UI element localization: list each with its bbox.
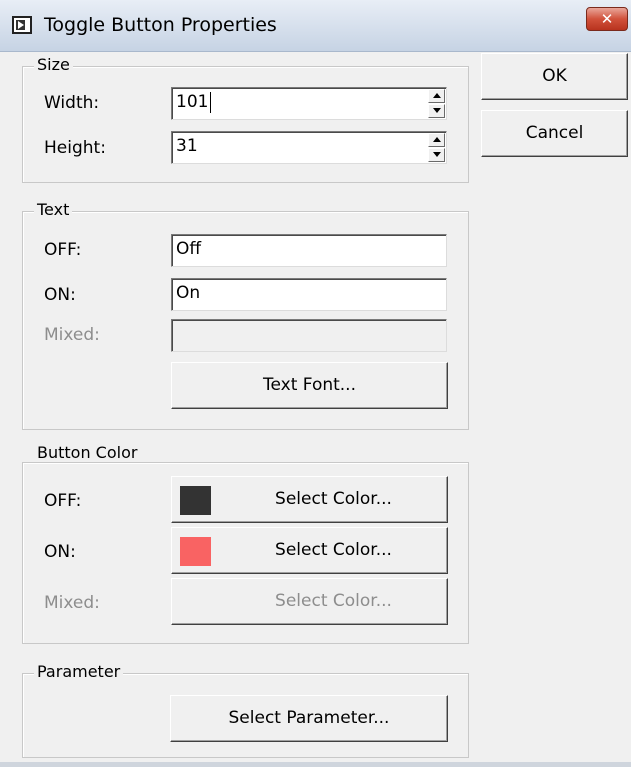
width-value: 101 bbox=[176, 92, 209, 112]
height-spin-up-button[interactable] bbox=[428, 133, 445, 147]
select-off-color-button[interactable]: Select Color... bbox=[171, 476, 448, 523]
button-color-legend: Button Color bbox=[34, 444, 141, 462]
select-parameter-label: Select Parameter... bbox=[228, 708, 390, 728]
select-on-color-button[interactable]: Select Color... bbox=[171, 527, 448, 574]
text-on-label: ON: bbox=[44, 285, 76, 305]
text-off-value: Off bbox=[176, 239, 202, 259]
size-legend: Size bbox=[34, 56, 73, 74]
text-on-input[interactable]: On bbox=[171, 278, 447, 311]
height-value: 31 bbox=[176, 136, 198, 156]
title-bar[interactable]: Toggle Button Properties ✕ bbox=[0, 0, 631, 52]
text-mixed-input bbox=[171, 319, 447, 352]
text-off-input[interactable]: Off bbox=[171, 234, 447, 267]
color-off-label: OFF: bbox=[44, 491, 82, 511]
select-off-color-label: Select Color... bbox=[275, 489, 392, 509]
off-color-swatch bbox=[180, 486, 211, 515]
close-icon: ✕ bbox=[600, 10, 614, 28]
text-caret bbox=[210, 92, 211, 113]
text-mixed-label: Mixed: bbox=[44, 325, 100, 345]
arrow-up-icon bbox=[433, 93, 441, 98]
width-spin-down-button[interactable] bbox=[428, 104, 445, 118]
close-button[interactable]: ✕ bbox=[586, 7, 628, 31]
window-icon[interactable] bbox=[12, 16, 32, 34]
parameter-legend: Parameter bbox=[34, 663, 124, 681]
arrow-down-icon bbox=[433, 108, 441, 113]
text-font-button[interactable]: Text Font... bbox=[171, 362, 448, 409]
width-spin-up-button[interactable] bbox=[428, 89, 445, 103]
on-color-swatch bbox=[180, 537, 211, 566]
text-font-button-label: Text Font... bbox=[262, 375, 356, 395]
select-on-color-label: Select Color... bbox=[275, 540, 392, 560]
cancel-button[interactable]: Cancel bbox=[481, 110, 628, 157]
arrow-down-icon bbox=[433, 152, 441, 157]
select-mixed-color-button: Select Color... bbox=[171, 578, 448, 625]
text-off-label: OFF: bbox=[44, 240, 82, 260]
window-bottom-border bbox=[0, 762, 631, 767]
width-label: Width: bbox=[44, 93, 100, 113]
toggle-button-properties-dialog: Toggle Button Properties ✕ OK Cancel Siz… bbox=[0, 0, 631, 767]
size-group bbox=[22, 66, 469, 183]
height-spin-down-button[interactable] bbox=[428, 148, 445, 162]
height-label: Height: bbox=[44, 138, 106, 158]
arrow-up-icon bbox=[433, 137, 441, 142]
text-legend: Text bbox=[34, 201, 73, 219]
window-title: Toggle Button Properties bbox=[44, 14, 277, 36]
text-on-value: On bbox=[176, 283, 201, 303]
cancel-button-label: Cancel bbox=[525, 123, 584, 143]
ok-button[interactable]: OK bbox=[481, 53, 628, 100]
select-parameter-button[interactable]: Select Parameter... bbox=[170, 695, 448, 742]
width-spinner[interactable]: 101 bbox=[171, 87, 447, 120]
height-spinner[interactable]: 31 bbox=[171, 131, 447, 164]
color-mixed-label: Mixed: bbox=[44, 593, 100, 613]
color-on-label: ON: bbox=[44, 542, 76, 562]
ok-button-label: OK bbox=[542, 66, 567, 86]
select-mixed-color-label: Select Color... bbox=[275, 591, 392, 611]
